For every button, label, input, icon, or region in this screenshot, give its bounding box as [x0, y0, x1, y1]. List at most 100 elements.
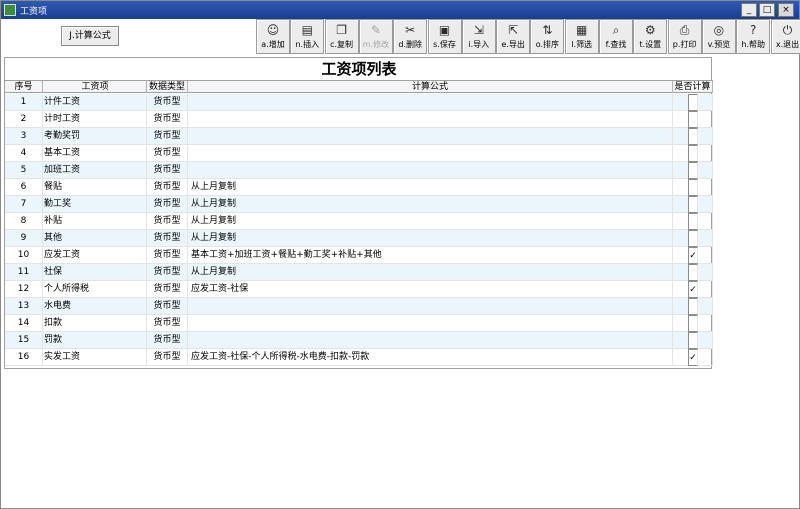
calc-checkbox[interactable] [688, 298, 698, 315]
calc-checkbox[interactable] [688, 179, 698, 196]
table-row[interactable]: 2 计时工资 货币型 [5, 111, 713, 128]
header-name[interactable]: 工资项 [43, 81, 147, 93]
cell-type[interactable]: 货币型 [147, 230, 188, 247]
table-row[interactable]: 3 考勤奖罚 货币型 [5, 128, 713, 145]
cell-type[interactable]: 货币型 [147, 349, 188, 366]
cell-no[interactable]: 15 [5, 332, 43, 349]
cell-type[interactable]: 货币型 [147, 162, 188, 179]
filter-button[interactable]: ▦ l.筛选 [564, 19, 599, 54]
cell-name[interactable]: 勤工奖 [43, 196, 147, 213]
cell-name[interactable]: 计时工资 [43, 111, 147, 128]
calc-checkbox[interactable] [688, 196, 698, 213]
cell-type[interactable]: 货币型 [147, 298, 188, 315]
table-row[interactable]: 9 其他 货币型 从上月复制 [5, 230, 713, 247]
calc-checkbox[interactable] [688, 213, 698, 230]
cell-formula[interactable]: 应发工资-社保 [188, 281, 673, 298]
calc-checkbox[interactable] [688, 264, 698, 281]
cell-name[interactable]: 罚款 [43, 332, 147, 349]
cell-no[interactable]: 12 [5, 281, 43, 298]
close-button[interactable]: × [778, 3, 794, 17]
table-row[interactable]: 10 应发工资 货币型 基本工资+加班工资+餐贴+勤工奖+补贴+其他 ✓ [5, 247, 713, 264]
cell-formula[interactable]: 基本工资+加班工资+餐贴+勤工奖+补贴+其他 [188, 247, 673, 264]
cell-type[interactable]: 货币型 [147, 128, 188, 145]
calc-checkbox[interactable]: ✓ [688, 281, 698, 298]
cell-no[interactable]: 3 [5, 128, 43, 145]
calc-checkbox[interactable] [688, 162, 698, 179]
cell-type[interactable]: 货币型 [147, 196, 188, 213]
calc-checkbox[interactable] [688, 128, 698, 145]
calc-checkbox[interactable] [688, 111, 698, 128]
cell-formula[interactable]: 从上月复制 [188, 230, 673, 247]
cell-formula[interactable]: 应发工资-社保-个人所得税-水电费-扣款-罚款 [188, 349, 673, 366]
cell-no[interactable]: 13 [5, 298, 43, 315]
cell-no[interactable]: 6 [5, 179, 43, 196]
exit-button[interactable]: ⏻ x.退出 [770, 19, 800, 54]
cell-formula[interactable] [188, 162, 673, 179]
cell-no[interactable]: 2 [5, 111, 43, 128]
delete-button[interactable]: ✂ d.删除 [393, 19, 428, 54]
copy-button[interactable]: ❐ c.复制 [324, 19, 359, 54]
cell-no[interactable]: 1 [5, 94, 43, 111]
cell-type[interactable]: 货币型 [147, 111, 188, 128]
cell-no[interactable]: 4 [5, 145, 43, 162]
cell-type[interactable]: 货币型 [147, 332, 188, 349]
cell-name[interactable]: 基本工资 [43, 145, 147, 162]
cell-name[interactable]: 餐贴 [43, 179, 147, 196]
table-row[interactable]: 13 水电费 货币型 [5, 298, 713, 315]
table-row[interactable]: 4 基本工资 货币型 [5, 145, 713, 162]
cell-formula[interactable]: 从上月复制 [188, 264, 673, 281]
header-type[interactable]: 数据类型 [147, 81, 188, 93]
cell-name[interactable]: 水电费 [43, 298, 147, 315]
cell-formula[interactable] [188, 94, 673, 111]
header-no[interactable]: 序号 [5, 81, 43, 93]
cell-type[interactable]: 货币型 [147, 264, 188, 281]
cell-formula[interactable]: 从上月复制 [188, 213, 673, 230]
cell-name[interactable]: 加班工资 [43, 162, 147, 179]
export-button[interactable]: ⇱ e.导出 [496, 19, 531, 54]
modify-button[interactable]: ✎ m.修改 [358, 19, 393, 54]
cell-formula[interactable] [188, 298, 673, 315]
calc-checkbox[interactable]: ✓ [688, 349, 698, 366]
header-formula[interactable]: 计算公式 [188, 81, 673, 93]
table-row[interactable]: 15 罚款 货币型 [5, 332, 713, 349]
cell-formula[interactable] [188, 128, 673, 145]
cell-no[interactable]: 11 [5, 264, 43, 281]
cell-formula[interactable] [188, 111, 673, 128]
insert-button[interactable]: ▤ n.插入 [290, 19, 325, 54]
cell-name[interactable]: 扣款 [43, 315, 147, 332]
cell-formula[interactable]: 从上月复制 [188, 179, 673, 196]
table-row[interactable]: 12 个人所得税 货币型 应发工资-社保 ✓ [5, 281, 713, 298]
calc-formula-button[interactable]: J.计算公式 [61, 26, 119, 46]
cell-type[interactable]: 货币型 [147, 281, 188, 298]
cell-no[interactable]: 16 [5, 349, 43, 366]
help-button[interactable]: ? h.帮助 [736, 19, 771, 54]
table-row[interactable]: 5 加班工资 货币型 [5, 162, 713, 179]
settings-button[interactable]: ⚙ t.设置 [633, 19, 668, 54]
calc-checkbox[interactable] [688, 94, 698, 111]
cell-name[interactable]: 应发工资 [43, 247, 147, 264]
table-row[interactable]: 11 社保 货币型 从上月复制 [5, 264, 713, 281]
cell-formula[interactable] [188, 315, 673, 332]
calc-checkbox[interactable] [688, 145, 698, 162]
cell-type[interactable]: 货币型 [147, 94, 188, 111]
find-button[interactable]: ⌕ f.查找 [599, 19, 633, 54]
cell-formula[interactable] [188, 145, 673, 162]
cell-name[interactable]: 补贴 [43, 213, 147, 230]
preview-button[interactable]: ◎ v.预览 [701, 19, 736, 54]
cell-name[interactable]: 计件工资 [43, 94, 147, 111]
table-row[interactable]: 8 补贴 货币型 从上月复制 [5, 213, 713, 230]
minimize-button[interactable]: _ [741, 3, 757, 17]
cell-no[interactable]: 5 [5, 162, 43, 179]
calc-checkbox[interactable] [688, 315, 698, 332]
cell-type[interactable]: 货币型 [147, 213, 188, 230]
cell-type[interactable]: 货币型 [147, 247, 188, 264]
table-row[interactable]: 7 勤工奖 货币型 从上月复制 [5, 196, 713, 213]
cell-no[interactable]: 8 [5, 213, 43, 230]
cell-name[interactable]: 个人所得税 [43, 281, 147, 298]
maximize-button[interactable]: □ [759, 3, 775, 17]
table-row[interactable]: 1 计件工资 货币型 [5, 94, 713, 111]
header-calc[interactable]: 是否计算 [673, 81, 713, 93]
print-button[interactable]: ⎙ p.打印 [667, 19, 702, 54]
save-button[interactable]: ▣ s.保存 [427, 19, 462, 54]
cell-no[interactable]: 9 [5, 230, 43, 247]
